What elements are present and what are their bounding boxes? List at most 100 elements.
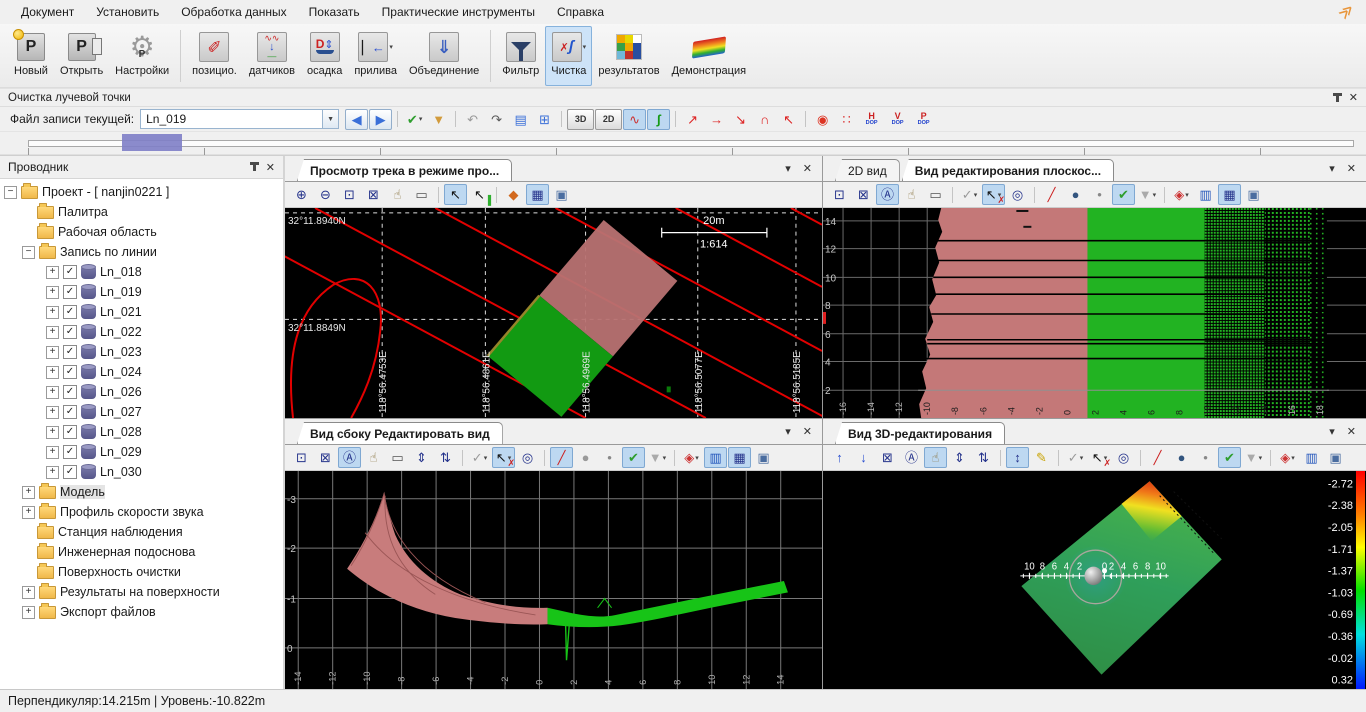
query-zoom-button[interactable]: ◎ <box>1112 447 1135 468</box>
tab-plane-edit-view[interactable]: Вид редактирования плоскос... <box>902 159 1114 181</box>
line-tool-button[interactable]: ╱ <box>1146 447 1169 468</box>
clean-button[interactable]: ✗ʃ▾ Чистка <box>545 26 592 86</box>
tree-checkbox[interactable]: ✓ <box>63 465 77 479</box>
dot-tool-button[interactable]: • <box>1088 184 1111 205</box>
vdop-button[interactable]: VDOP <box>885 108 910 131</box>
confirm-check-button[interactable]: ✔ <box>1218 447 1241 468</box>
plane-edit-canvas[interactable]: 1412108642 -16-14-12-10-8-6-4-2024681012… <box>823 208 1366 418</box>
tree-expander-icon[interactable]: + <box>46 446 59 459</box>
tree-expander-icon[interactable]: + <box>22 586 35 599</box>
tree-expander-icon[interactable]: + <box>46 386 59 399</box>
zoom-area-button[interactable]: Ⓐ <box>900 447 923 468</box>
select-cursor-button[interactable]: ↖ <box>444 184 467 205</box>
compress-vertical-button[interactable]: ⇅ <box>434 447 457 468</box>
combo-dropdown-icon[interactable]: ▼ <box>323 109 339 129</box>
tree-item[interactable]: −Проект - [ nanjin0221 ] <box>0 182 283 202</box>
clean-curve-button[interactable]: ʃ <box>647 109 670 130</box>
tree-item[interactable]: +✓Ln_019 <box>0 282 283 302</box>
delete-cursor-button[interactable]: ↖✗▾ <box>1088 447 1111 468</box>
menu-practical-tools[interactable]: Практические инструменты <box>371 1 546 23</box>
tree-checkbox[interactable]: ✓ <box>63 265 77 279</box>
tab-close-icon[interactable]: ✕ <box>803 162 812 175</box>
apply-check-button[interactable]: ✔▾ <box>403 109 426 130</box>
tab-menu-icon[interactable]: ▾ <box>1329 425 1335 438</box>
filter-funnel-button[interactable]: ▼▾ <box>646 447 669 468</box>
tree-item[interactable]: Палитра <box>0 202 283 222</box>
target-button[interactable]: ◉ <box>811 109 834 130</box>
tree-expander-icon[interactable]: + <box>46 346 59 359</box>
profile-curve-button[interactable]: ∿ <box>623 109 646 130</box>
snapshot-image-button[interactable]: ▣ <box>1324 447 1347 468</box>
tree-expander-icon[interactable]: + <box>46 326 59 339</box>
query-zoom-button[interactable]: ◎ <box>1006 184 1029 205</box>
tree-item[interactable]: +✓Ln_028 <box>0 422 283 442</box>
filter-button[interactable]: Фильтр <box>496 26 545 86</box>
tree-item[interactable]: +✓Ln_027 <box>0 402 283 422</box>
tab-menu-icon[interactable]: ▾ <box>785 162 791 175</box>
record-position-slider[interactable] <box>0 132 1366 155</box>
tree-expander-icon[interactable]: + <box>46 426 59 439</box>
menu-document[interactable]: Документ <box>10 1 85 23</box>
filter-funnel-button[interactable]: ▼▾ <box>1242 447 1265 468</box>
measure-ruler-button[interactable]: ▭ <box>410 184 433 205</box>
tree-item[interactable]: +✓Ln_018 <box>0 262 283 282</box>
zoom-area-button[interactable]: Ⓐ <box>876 184 899 205</box>
query-zoom-button[interactable]: ◎ <box>516 447 539 468</box>
tree-checkbox[interactable]: ✓ <box>63 425 77 439</box>
tree-expander-icon[interactable]: + <box>46 466 59 479</box>
legend-columns-button[interactable]: ▥ <box>704 447 727 468</box>
tree-checkbox[interactable]: ✓ <box>63 365 77 379</box>
color-ramp-button[interactable]: ◈▾ <box>1170 184 1193 205</box>
prev-record-button[interactable]: ◀ <box>345 109 368 130</box>
scatter-points-button[interactable]: ∷ <box>835 109 858 130</box>
filter-funnel-button[interactable]: ▼▾ <box>1136 184 1159 205</box>
menu-help[interactable]: Справка <box>546 1 615 23</box>
demonstration-button[interactable]: Демонстрация <box>666 26 753 86</box>
highlight-pen-button[interactable]: ✎ <box>1030 447 1053 468</box>
snapshot-image-button[interactable]: ▣ <box>1242 184 1265 205</box>
pan-hand-button[interactable]: ☝ <box>362 447 385 468</box>
point-down-right-button[interactable]: ↘ <box>729 109 752 130</box>
pin-icon[interactable] <box>253 163 256 171</box>
tab-close-icon[interactable]: ✕ <box>1347 425 1356 438</box>
move-down-button[interactable]: ↓ <box>852 447 875 468</box>
delete-cursor-button[interactable]: ↖✗▾ <box>492 447 515 468</box>
zoom-in-button[interactable]: ⊕ <box>290 184 313 205</box>
open-button[interactable]: P Открыть <box>54 26 109 86</box>
tree-checkbox[interactable]: ✓ <box>63 305 77 319</box>
confirm-check-button[interactable]: ✔ <box>1112 184 1135 205</box>
tree-item[interactable]: +Профиль скорости звука <box>0 502 283 522</box>
tab-3d-edit-view[interactable]: Вид 3D-редактирования <box>835 422 1005 444</box>
tree-expander-icon[interactable]: − <box>4 186 17 199</box>
tab-menu-icon[interactable]: ▾ <box>1329 162 1335 175</box>
tab-close-icon[interactable]: ✕ <box>803 425 812 438</box>
tree-item[interactable]: Инженерная подоснова <box>0 542 283 562</box>
tree-checkbox[interactable]: ✓ <box>63 285 77 299</box>
tree-checkbox[interactable]: ✓ <box>63 445 77 459</box>
hdop-button[interactable]: HDOP <box>859 108 884 131</box>
pdop-button[interactable]: PDOP <box>911 108 936 131</box>
zoom-extent-button[interactable]: ⊠ <box>852 184 875 205</box>
grid-toggle-button[interactable]: ▦ <box>1218 184 1241 205</box>
grid-toggle-button[interactable]: ▦ <box>526 184 549 205</box>
dot-tool-button[interactable]: • <box>598 447 621 468</box>
line-tool-button[interactable]: ╱ <box>1040 184 1063 205</box>
positioning-button[interactable]: ✐ позицио. <box>186 26 243 86</box>
tab-close-icon[interactable]: ✕ <box>1347 162 1356 175</box>
tree-checkbox[interactable]: ✓ <box>63 385 77 399</box>
tree-item[interactable]: −Запись по линии <box>0 242 283 262</box>
tree-item[interactable]: Поверхность очистки <box>0 562 283 582</box>
collapse-ribbon-icon[interactable]: ≫ <box>1335 0 1357 22</box>
results-button[interactable]: результатов <box>592 26 665 86</box>
point-up-right-button[interactable]: ↗ <box>681 109 704 130</box>
tab-2d-view[interactable]: 2D вид <box>835 159 900 181</box>
pan-hand-button[interactable]: ☝ <box>386 184 409 205</box>
view-3d-button[interactable]: 3D <box>567 109 594 130</box>
legend-columns-button[interactable]: ▥ <box>1300 447 1323 468</box>
measure-ruler-button[interactable]: ▭ <box>386 447 409 468</box>
close-icon[interactable]: ✕ <box>266 161 275 174</box>
tree-item[interactable]: +✓Ln_021 <box>0 302 283 322</box>
tab-track-view[interactable]: Просмотр трека в режиме про... <box>297 159 512 181</box>
tree-item[interactable]: +✓Ln_030 <box>0 462 283 482</box>
tree-item[interactable]: +✓Ln_024 <box>0 362 283 382</box>
